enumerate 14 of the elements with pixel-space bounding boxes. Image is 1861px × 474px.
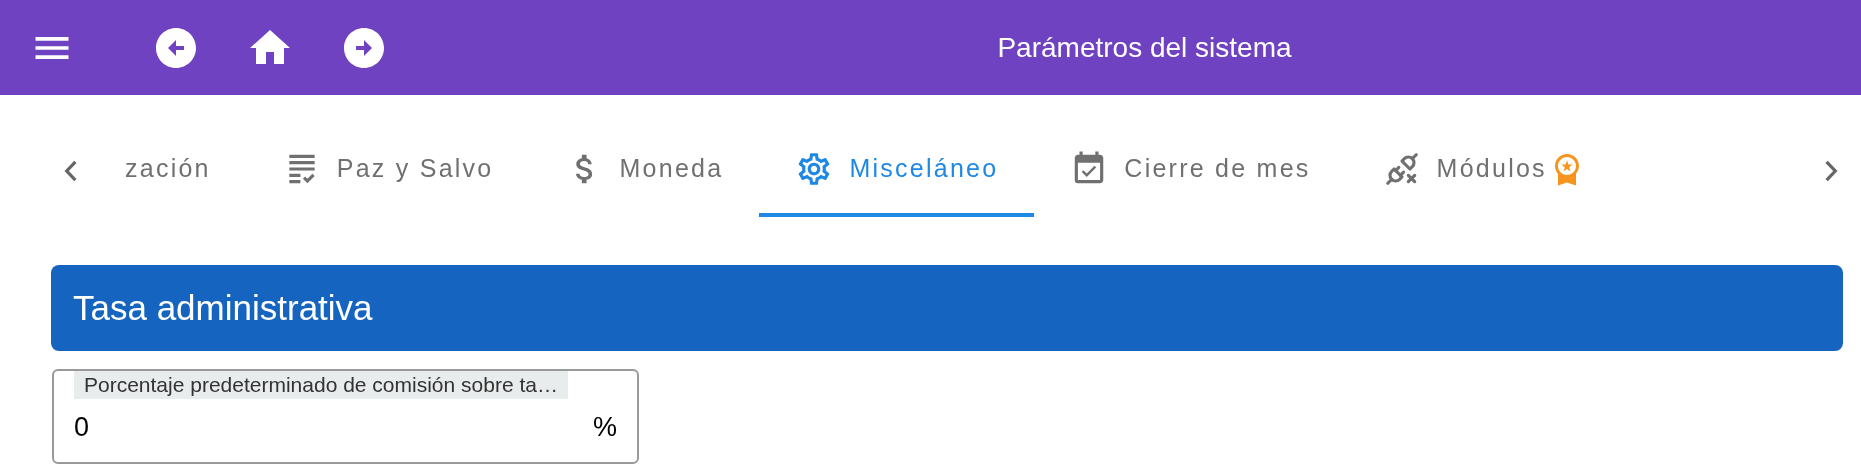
- tab[interactable]: Cierre de mes: [1034, 125, 1347, 217]
- tab[interactable]: zación: [100, 125, 247, 217]
- tab[interactable]: Paz y Salvo: [246, 125, 530, 217]
- percent-suffix: %: [593, 411, 617, 444]
- section-title: Tasa administrativa: [73, 286, 373, 329]
- tab[interactable]: Moneda: [529, 125, 760, 217]
- chevron-left-icon: [63, 160, 77, 182]
- tab[interactable]: Módulos: [1346, 125, 1621, 217]
- page-title: Parámetros del sistema: [997, 30, 1292, 65]
- percentage-field[interactable]: Porcentaje predeterminado de comisión sobre ta… 0 %: [52, 369, 639, 464]
- tab[interactable]: Misceláneo: [759, 125, 1035, 217]
- chevron-right-icon: [1824, 160, 1838, 182]
- field-label: Porcentaje predeterminado de comisión sobre ta…: [74, 371, 568, 399]
- field-value: 0: [74, 411, 90, 444]
